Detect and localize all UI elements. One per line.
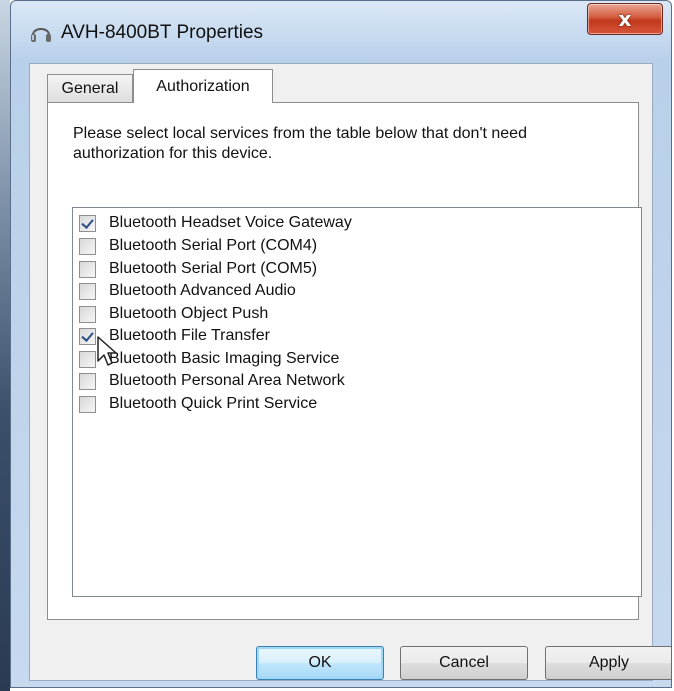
cancel-button[interactable]: Cancel xyxy=(400,646,528,680)
list-item[interactable]: Bluetooth Headset Voice Gateway xyxy=(79,212,352,234)
service-label: Bluetooth Personal Area Network xyxy=(109,372,345,389)
service-label: Bluetooth Serial Port (COM5) xyxy=(109,260,318,277)
desktop-background xyxy=(0,0,10,691)
title-bar[interactable]: AVH-8400BT Properties x xyxy=(11,1,671,63)
instructions-text: Please select local services from the ta… xyxy=(73,125,527,162)
service-label: Bluetooth Object Push xyxy=(109,305,269,322)
service-checkbox[interactable] xyxy=(79,350,96,368)
service-checkbox[interactable] xyxy=(79,260,96,278)
tab-authorization-label: Authorization xyxy=(156,77,250,95)
ok-button[interactable]: OK xyxy=(256,646,384,680)
properties-dialog: AVH-8400BT Properties x General Authoriz… xyxy=(10,0,672,688)
service-label: Bluetooth Basic Imaging Service xyxy=(109,350,340,367)
apply-button-label: Apply xyxy=(588,654,630,671)
cancel-button-label: Cancel xyxy=(439,654,489,671)
authorization-panel: Please select local services from the ta… xyxy=(47,102,642,620)
service-checkbox[interactable] xyxy=(79,395,96,413)
dialog-client-area: General Authorization Please select loca… xyxy=(29,63,671,681)
service-label: Bluetooth Quick Print Service xyxy=(109,395,318,412)
list-item[interactable]: Bluetooth Quick Print Service xyxy=(79,393,317,415)
ok-button-label: OK xyxy=(308,654,332,671)
headset-icon xyxy=(31,28,51,42)
window-title: AVH-8400BT Properties xyxy=(61,22,264,43)
service-label: Bluetooth Headset Voice Gateway xyxy=(109,214,352,231)
close-icon: x xyxy=(618,7,632,31)
service-checkbox[interactable] xyxy=(79,372,96,390)
tab-authorization[interactable]: Authorization xyxy=(133,69,273,103)
list-item[interactable]: Bluetooth Personal Area Network xyxy=(79,370,345,392)
services-list[interactable]: Bluetooth Headset Voice Gateway Bluetoot… xyxy=(72,207,642,597)
service-checkbox[interactable] xyxy=(79,305,96,323)
list-item[interactable]: Bluetooth Serial Port (COM4) xyxy=(79,235,317,257)
service-checkbox[interactable] xyxy=(79,282,96,300)
list-item[interactable]: Bluetooth Object Push xyxy=(79,303,268,325)
close-button[interactable]: x xyxy=(587,3,663,35)
service-checkbox[interactable] xyxy=(79,214,96,232)
service-label: Bluetooth File Transfer xyxy=(109,327,270,344)
mouse-pointer-icon xyxy=(97,336,117,366)
service-label: Bluetooth Serial Port (COM4) xyxy=(109,237,318,254)
tab-general-label: General xyxy=(61,79,119,97)
list-item[interactable]: Bluetooth Serial Port (COM5) xyxy=(79,258,317,280)
apply-button[interactable]: Apply xyxy=(545,646,671,680)
list-item[interactable]: Bluetooth Advanced Audio xyxy=(79,280,296,302)
service-label: Bluetooth Advanced Audio xyxy=(109,282,296,299)
tab-general[interactable]: General xyxy=(47,74,133,102)
service-checkbox[interactable] xyxy=(79,237,96,255)
service-checkbox[interactable] xyxy=(79,327,96,345)
